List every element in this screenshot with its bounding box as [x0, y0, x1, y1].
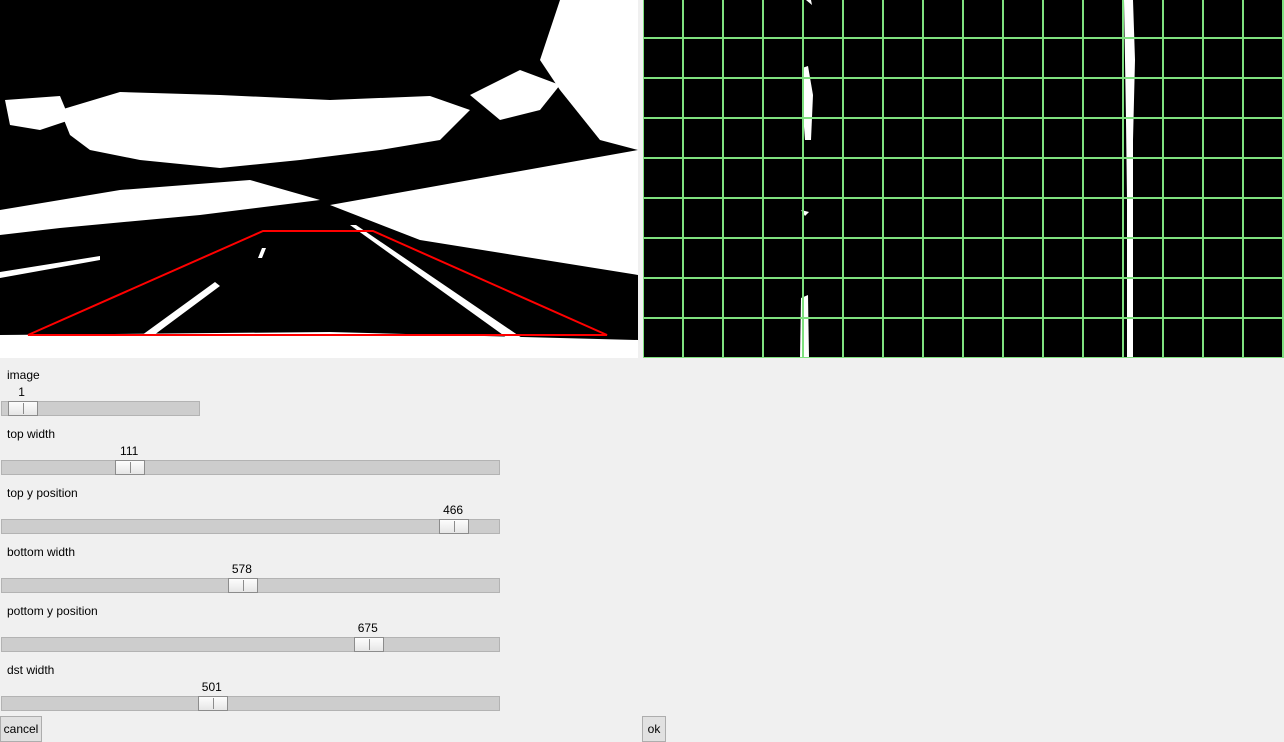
bottom-y-position-slider[interactable]: [1, 637, 500, 652]
image-slider-thumb[interactable]: [7, 401, 38, 416]
image-slider[interactable]: [1, 401, 200, 416]
ok-button[interactable]: ok: [642, 716, 666, 742]
top-width-label: top width: [7, 427, 56, 441]
image-label: image: [7, 368, 40, 382]
bottom-width-value: 578: [231, 562, 252, 576]
top-y-position-label: top y position: [7, 486, 78, 500]
top-width-value: 111: [120, 444, 139, 458]
dst-width-value: 501: [201, 680, 222, 694]
top-y-position-slider[interactable]: [1, 519, 500, 534]
image-value: 1: [18, 385, 25, 399]
warped-preview-image: [643, 0, 1284, 358]
cancel-button[interactable]: cancel: [0, 716, 42, 742]
top-y-position-slider-thumb[interactable]: [439, 519, 470, 534]
top-y-position-value: 466: [443, 503, 464, 517]
top-width-slider-thumb[interactable]: [115, 460, 146, 475]
bottom-y-position-label: pottom y position: [7, 604, 98, 618]
top-width-slider[interactable]: [1, 460, 500, 475]
bottom-width-slider-thumb[interactable]: [227, 578, 258, 593]
bottom-y-position-value: 675: [357, 621, 378, 635]
birds-eye-canvas: [643, 0, 1284, 358]
source-preview-image: [0, 0, 638, 358]
thresholded-road-canvas: [0, 0, 638, 358]
dst-width-label: dst width: [7, 663, 55, 677]
dst-width-slider-thumb[interactable]: [197, 696, 228, 711]
bottom-width-slider[interactable]: [1, 578, 500, 593]
bottom-width-label: bottom width: [7, 545, 76, 559]
dst-width-slider[interactable]: [1, 696, 500, 711]
bottom-y-position-slider-thumb[interactable]: [353, 637, 384, 652]
